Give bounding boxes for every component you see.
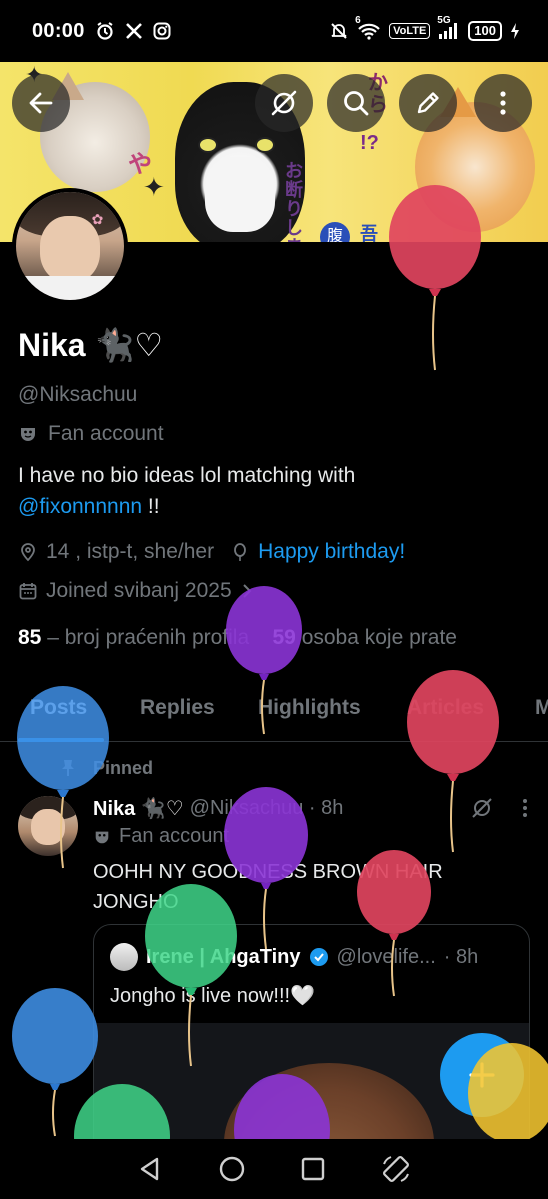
grok-icon (271, 90, 297, 116)
profile-joined-row: Joined svibanj 2025 (18, 579, 254, 603)
tab-replies[interactable]: Replies (140, 696, 215, 720)
profile-avatar[interactable]: ✿ (12, 188, 128, 304)
following-link[interactable]: 85 – broj praćenih profila (18, 626, 249, 649)
tweet-header: Nika 🐈‍⬛♡ @Niksachuu · 8h (93, 796, 343, 821)
mute-icon (329, 21, 349, 41)
search-button[interactable] (327, 74, 385, 132)
birthday-balloon-icon (234, 543, 246, 561)
battery-indicator: 100 (468, 21, 502, 41)
tab-articles[interactable]: Articles (407, 696, 484, 720)
quote-author-name: Irene | AhgaTiny (146, 945, 301, 968)
arrow-left-icon (29, 92, 53, 114)
compose-button[interactable] (440, 1033, 524, 1117)
signal-icon: 5G (437, 15, 460, 40)
profile-follow-counts: 85 – broj praćenih profila 59 osoba koje… (18, 626, 457, 650)
banner-cat-middle-face (205, 157, 275, 232)
edit-icon (417, 92, 439, 114)
banner-text-vertical: お断りします (285, 161, 303, 243)
tab-active-indicator (18, 738, 104, 742)
sparkle-icon: ✦ (143, 172, 165, 202)
grok-icon[interactable] (470, 796, 494, 820)
followers-label: osoba koje prate (301, 626, 457, 649)
quote-text: Jongho is live now!!!🤍 (110, 985, 315, 1007)
mask-icon (21, 428, 35, 441)
x-logo-icon (125, 22, 143, 40)
banner-text-exclaim: !? (360, 132, 379, 154)
following-label: – broj praćenih profila (47, 626, 250, 649)
pinned-label: Pinned (93, 758, 154, 778)
rotate-icon[interactable] (381, 1154, 411, 1184)
profile-location: 14 , istp-t, she/her (46, 540, 215, 563)
volte-badge: VoLTE (389, 23, 431, 39)
profile-handle: @Niksachuu (18, 383, 138, 406)
verified-badge-icon (309, 948, 328, 966)
alarm-icon (95, 21, 115, 41)
profile-category: Fan account (18, 422, 164, 446)
followers-count: 59 (272, 626, 296, 649)
balloon-blue (12, 988, 98, 1137)
avatar-shirt (16, 276, 124, 300)
profile-name: Nika 🐈‍⬛♡ (18, 327, 164, 363)
status-bar: 00:00 6 VoLTE 5G 100 (0, 0, 548, 62)
banner-text-ware: 吾 (360, 224, 378, 242)
instagram-icon (153, 22, 171, 40)
grok-button[interactable] (255, 74, 313, 132)
profile-meta-row: 14 , istp-t, she/her Happy birthday! (18, 540, 405, 564)
bio-text: I have no bio ideas lol matching with (18, 464, 356, 487)
quote-avatar (110, 943, 138, 971)
home-circle-icon[interactable] (218, 1155, 246, 1183)
charging-icon (510, 22, 520, 40)
bio-suffix: !! (142, 495, 160, 518)
tweet-avatar[interactable] (18, 796, 78, 856)
system-nav-bar (0, 1139, 548, 1199)
recents-square-icon[interactable] (300, 1156, 326, 1182)
pin-icon (62, 760, 74, 776)
profile-bio: I have no bio ideas lol matching with @f… (18, 460, 528, 522)
back-button[interactable] (12, 74, 70, 132)
quote-time: · 8h (443, 945, 479, 968)
banner-cat-eye-right (255, 137, 275, 153)
status-time: 00:00 (32, 19, 85, 42)
following-count: 85 (18, 626, 42, 649)
chevron-right-icon[interactable] (240, 582, 254, 600)
network-label: 5G (437, 15, 451, 26)
plus-icon (469, 1062, 495, 1088)
quote-header: Irene | AhgaTiny @lovelife... · 8h (110, 943, 478, 971)
tweet-handle-time: @Niksachuu · 8h (189, 797, 344, 819)
banner-cat-eye-left (198, 137, 218, 153)
more-vertical-icon (500, 91, 506, 115)
tweet-category: Fan account (93, 825, 229, 848)
followers-link[interactable]: 59 osoba koje prate (273, 626, 457, 649)
calendar-icon (19, 583, 37, 600)
back-triangle-icon[interactable] (137, 1156, 163, 1182)
more-button[interactable] (474, 74, 532, 132)
mask-icon (95, 831, 109, 843)
tab-posts[interactable]: Posts (30, 696, 87, 720)
profile-joined: Joined svibanj 2025 (46, 579, 232, 602)
quote-handle: @lovelife... (336, 945, 436, 968)
profile-category-label: Fan account (48, 422, 164, 445)
tab-media[interactable]: M (535, 696, 548, 720)
hair-clip-icon: ✿ (91, 211, 104, 228)
more-vertical-icon[interactable] (522, 797, 528, 819)
wifi-badge: 6 (355, 15, 361, 26)
tweet-category-label: Fan account (119, 825, 230, 847)
tweet-actions-top (470, 796, 528, 820)
edit-profile-button[interactable] (399, 74, 457, 132)
bio-mention-link[interactable]: @fixonnnnnn (18, 495, 142, 518)
tweet-text: OOHH NY GOODNESS BROWN HAIR JONGHO (93, 861, 443, 913)
search-icon (344, 91, 369, 116)
wifi-icon: 6 (355, 15, 381, 41)
birthday-link[interactable]: Happy birthday! (258, 540, 405, 564)
profile-tabs: Posts Replies Highlights Articles M (0, 680, 548, 742)
tab-highlights[interactable]: Highlights (258, 696, 361, 720)
tweet-avatar-face (31, 809, 65, 846)
location-icon (21, 543, 35, 562)
tweet-author-name[interactable]: Nika 🐈‍⬛♡ (93, 796, 184, 821)
banner-text-hara: 腹 (320, 222, 350, 242)
